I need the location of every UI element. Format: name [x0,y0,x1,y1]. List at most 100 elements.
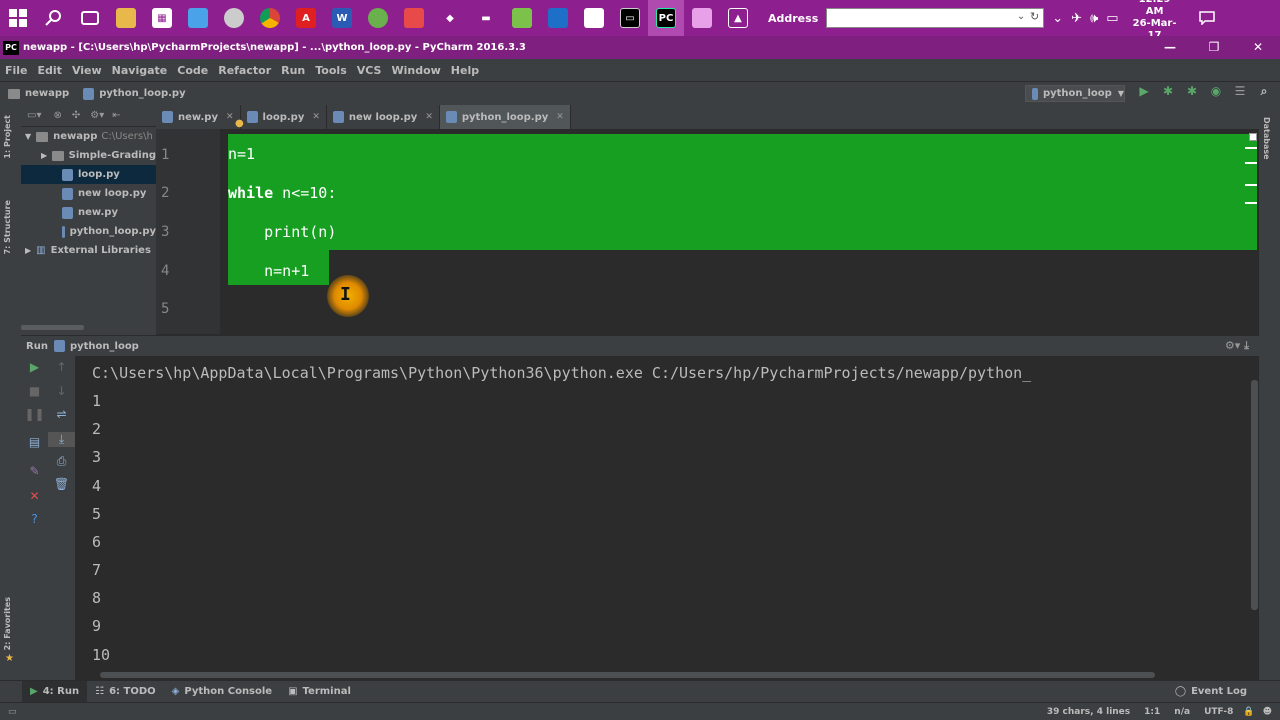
arrow-down-icon[interactable]: ↓ [48,384,75,398]
rerun-icon[interactable]: ▶ [21,360,48,374]
close-tab-icon[interactable]: ✕ [226,112,234,122]
tree-item-external-libraries[interactable]: ▶ ▥ External Libraries [21,241,156,260]
lock-icon[interactable]: 🔒 [1243,707,1254,717]
profile-icon[interactable]: ◉ [1204,84,1228,99]
app-icon[interactable] [216,0,252,36]
tab-todo[interactable]: ☷ 6: TODO [87,681,164,703]
task-view-icon[interactable] [72,0,108,36]
tab-new-loop-py[interactable]: new loop.py ✕ [327,105,440,129]
tree-item-loop-py[interactable]: loop.py [21,165,156,184]
breadcrumb-project[interactable]: newapp [8,88,69,99]
run-panel-config[interactable]: python_loop [70,341,139,352]
database-tool-tab[interactable]: Database [1262,117,1271,160]
menu-code[interactable]: Code [177,64,208,77]
gear-icon[interactable]: ⚙▾ [90,110,104,121]
close-button[interactable]: ✕ [1236,36,1280,59]
tree-item-simple-grading[interactable]: ▶ Simple-Grading [21,146,156,165]
close-icon[interactable]: ✕ [21,489,48,503]
lightbulb-icon[interactable]: ● [235,118,244,129]
project-view-icon[interactable]: ▭▾ [27,110,41,121]
soft-wrap-icon[interactable]: ⇌ [48,407,75,421]
debug-icon[interactable]: ✱ [1156,84,1180,99]
close-tab-icon[interactable]: ✕ [425,112,433,122]
app-icon[interactable]: W [324,0,360,36]
scroll-to-end-icon[interactable]: ⤓ [48,432,75,447]
terminal-icon[interactable]: ▭ [612,0,648,36]
inspector-icon[interactable]: ☻ [1263,707,1272,717]
app-icon[interactable] [684,0,720,36]
windows-start-icon[interactable] [0,0,36,36]
search-everywhere-icon[interactable]: ⌕ [1252,84,1276,99]
close-tab-icon[interactable]: ✕ [556,112,564,122]
app-icon[interactable] [504,0,540,36]
toggle-tool-windows-icon[interactable]: ▭ [8,707,17,717]
menu-vcs[interactable]: VCS [357,64,382,77]
triangle-right-icon[interactable]: ▶ [25,246,31,255]
gear-icon[interactable]: ⚙▾ [1225,339,1240,352]
chevron-down-icon[interactable]: ⌄ [1017,11,1025,22]
tab-python-console[interactable]: ◈ Python Console [164,681,280,703]
run-console[interactable]: C:\Users\hp\AppData\Local\Programs\Pytho… [77,356,1251,672]
run-icon[interactable]: ▶ [1132,84,1156,99]
app-icon[interactable] [180,0,216,36]
pause-icon[interactable]: ❚❚ [21,407,48,421]
collapse-icon[interactable]: ✣ [72,110,80,121]
tab-terminal[interactable]: ▣ Terminal [280,681,359,703]
photos-icon[interactable]: ▲ [720,0,756,36]
print-icon[interactable]: ⎙ [48,454,75,469]
run-configuration-select[interactable]: python_loop ▼ [1025,85,1125,102]
notifications-icon[interactable] [1189,0,1225,36]
volume-icon[interactable]: 🕪 [1090,11,1098,26]
triangle-down-icon[interactable]: ▼ [25,132,31,141]
favorites-tool-tab[interactable]: 2: Favorites [3,597,12,650]
menu-run[interactable]: Run [281,64,305,77]
menu-window[interactable]: Window [391,64,440,77]
project-tool-tab[interactable]: 1: Project [3,115,12,159]
help-icon[interactable]: ? [21,512,48,526]
status-encoding[interactable]: UTF-8 [1204,707,1233,717]
search-icon[interactable] [36,0,72,36]
hide-icon[interactable]: ⇤ [112,110,120,121]
hide-panel-icon[interactable]: ⤓ [1244,339,1249,352]
trash-icon[interactable]: 🗑 [48,477,75,491]
sync-icon[interactable]: ⊗ [53,110,61,121]
chrome-icon[interactable] [252,0,288,36]
pin-icon[interactable]: ✎ [21,464,48,478]
structure-icon[interactable]: ☰ [1228,84,1252,99]
menu-refactor[interactable]: Refactor [218,64,271,77]
battery-icon[interactable]: ▭ [1106,11,1118,26]
structure-tool-tab[interactable]: 7: Structure [3,200,12,254]
close-tab-icon[interactable]: ✕ [312,112,320,122]
minimize-button[interactable]: — [1148,36,1192,59]
status-line-separator[interactable]: n/a [1174,707,1190,717]
android-studio-icon[interactable] [360,0,396,36]
coverage-icon[interactable]: ✱ [1180,84,1204,99]
airplane-icon[interactable]: ✈ [1071,11,1082,26]
chevron-down-icon[interactable]: ⌄ [1052,11,1063,26]
file-explorer-icon[interactable] [108,0,144,36]
pycharm-icon[interactable]: PC [648,0,684,36]
tab-new-py[interactable]: new.py ✕ [156,105,241,129]
tree-item-python-loop-py[interactable]: python_loop.py [21,222,156,241]
console-vertical-scrollbar[interactable] [1251,380,1258,610]
breadcrumb-file[interactable]: python_loop.py [83,87,186,100]
menu-edit[interactable]: Edit [38,64,62,77]
tab-event-log[interactable]: ◯ Event Log [1167,681,1255,703]
arrow-up-icon[interactable]: ↑ [48,360,75,374]
store-icon[interactable]: ▦ [144,0,180,36]
restore-button[interactable]: ❐ [1192,36,1236,59]
dump-threads-icon[interactable]: ▤ [21,435,48,449]
app-icon[interactable]: ▬ [468,0,504,36]
menu-view[interactable]: View [72,64,102,77]
tab-run[interactable]: ▶ 4: Run [22,680,88,703]
stop-icon[interactable]: ■ [21,384,48,398]
menu-tools[interactable]: Tools [315,64,346,77]
tree-item-new-loop-py[interactable]: new loop.py [21,184,156,203]
tab-loop-py[interactable]: loop.py ✕ [241,105,327,129]
menu-file[interactable]: File [5,64,28,77]
menu-navigate[interactable]: Navigate [112,64,168,77]
app-icon[interactable] [540,0,576,36]
menu-help[interactable]: Help [451,64,479,77]
address-input[interactable]: ⌄ ↻ [826,8,1045,28]
acrobat-icon[interactable]: A [288,0,324,36]
